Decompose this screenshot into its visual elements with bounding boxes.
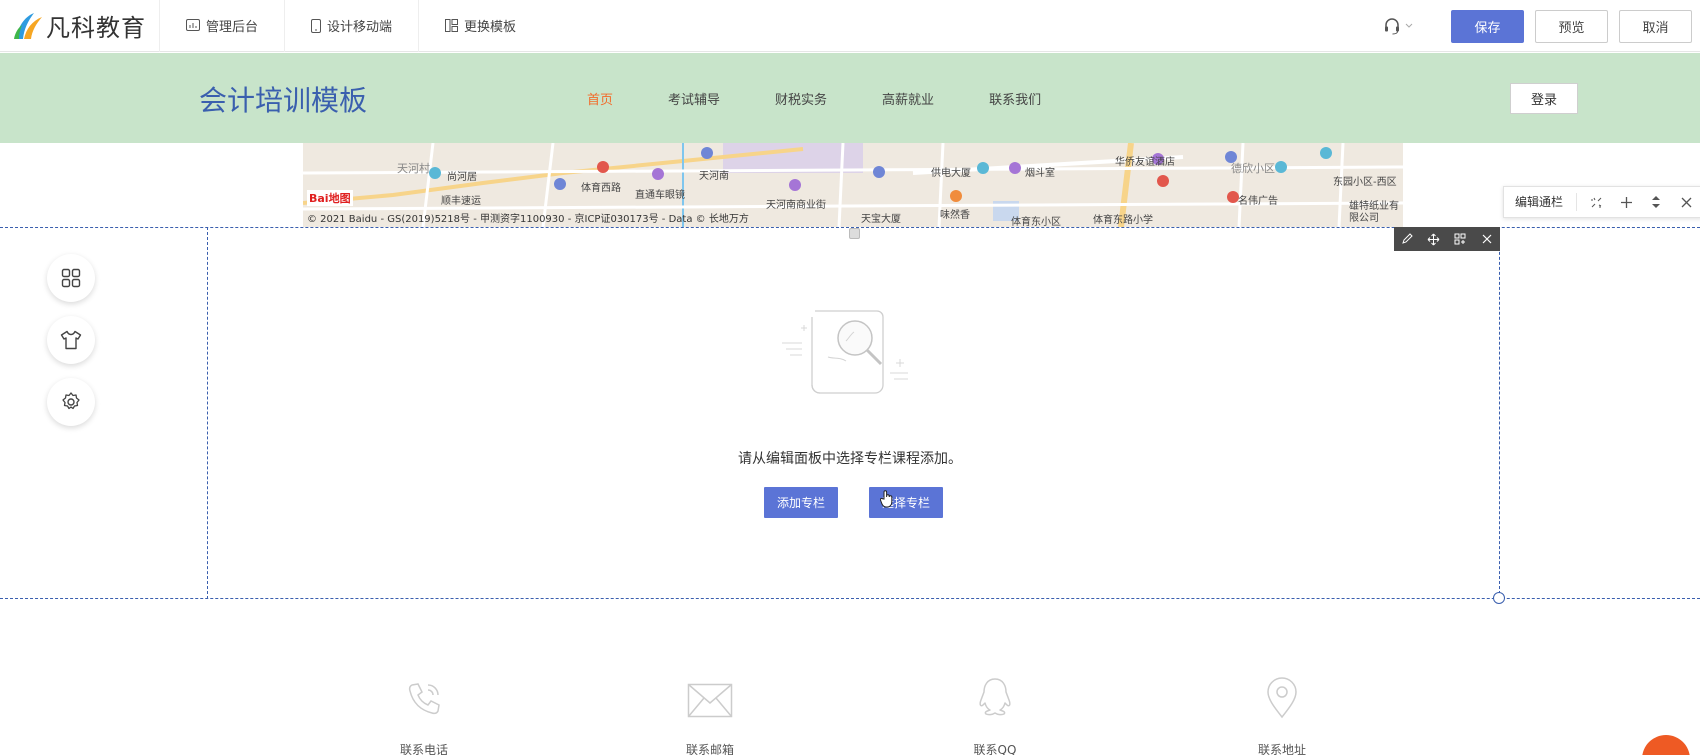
contact-email: 联系邮箱 bbox=[650, 675, 770, 755]
contact-phone: 联系电话 bbox=[364, 675, 484, 755]
preview-button[interactable]: 预览 bbox=[1535, 9, 1608, 43]
edit-banner-button[interactable]: 编辑通栏 bbox=[1504, 193, 1578, 211]
plus-icon[interactable] bbox=[1611, 196, 1641, 209]
contact-qq-label: 联系QQ bbox=[973, 743, 1017, 755]
save-button[interactable]: 保存 bbox=[1451, 9, 1524, 43]
map-label: 体育东路小学 bbox=[1093, 215, 1153, 226]
cancel-button[interactable]: 取消 bbox=[1619, 9, 1692, 43]
brand-name: 凡科教育 bbox=[46, 14, 146, 42]
mobile-icon bbox=[311, 18, 322, 33]
map-label: 天宝大厦 bbox=[861, 214, 901, 225]
empty-message: 请从编辑面板中选择专栏课程添加。 bbox=[738, 451, 962, 467]
map-label: 味然香 bbox=[940, 210, 970, 221]
map-label: 顺丰速运 bbox=[441, 196, 481, 207]
map-label: 尚河居 bbox=[447, 172, 477, 183]
contact-phone-label: 联系电话 bbox=[399, 743, 448, 755]
map-label: 体育东小区 bbox=[1011, 217, 1061, 227]
site-nav: 首页 考试辅导 财税实务 高薪就业 联系我们 bbox=[587, 89, 1096, 108]
map-label: 体育西路 bbox=[581, 183, 621, 194]
map-label: 东园小区-西区 bbox=[1333, 177, 1397, 188]
grid-icon bbox=[61, 268, 81, 288]
map-label: 烟斗室 bbox=[1025, 168, 1055, 179]
logo-icon bbox=[12, 11, 44, 41]
phone-icon bbox=[408, 683, 440, 715]
toolbar-admin-backend[interactable]: 管理后台 bbox=[160, 0, 286, 52]
toolbar-change-template-label: 更换模板 bbox=[464, 20, 517, 35]
map-label: 德欣小区 bbox=[1231, 162, 1275, 175]
baidu-map[interactable]: 天河村 尚河居 顺丰速运 体育西路 天河南 直通车眼镜 天河南商业街 天宝大厦 … bbox=[303, 143, 1403, 227]
resize-handle-top[interactable] bbox=[849, 228, 860, 239]
template-icon bbox=[445, 19, 459, 32]
toolbar-admin-backend-label: 管理后台 bbox=[206, 20, 259, 35]
baidu-map-logo: Bai地图 bbox=[307, 190, 353, 206]
toolbar-right-actions: 保存 预览 取消 bbox=[1383, 0, 1700, 52]
map-label: 天河村 bbox=[397, 162, 430, 175]
nav-item-exam[interactable]: 考试辅导 bbox=[668, 89, 720, 108]
brand-logo[interactable]: 凡科教育 bbox=[0, 0, 160, 52]
mail-icon bbox=[687, 683, 733, 718]
nav-item-tax[interactable]: 财税实务 bbox=[775, 89, 827, 108]
admin-toolbar: 凡科教育 管理后台 设计移动端 更换模板 保存 预览 取消 bbox=[0, 0, 1700, 52]
login-button[interactable]: 登录 bbox=[1510, 83, 1578, 114]
contact-address: 联系地址 bbox=[1222, 675, 1342, 755]
layout-icon[interactable] bbox=[1448, 227, 1472, 251]
move-icon[interactable] bbox=[1422, 227, 1446, 251]
map-label: 雄特纸业有限公司 bbox=[1349, 201, 1399, 224]
toolbar-design-mobile-label: 设计移动端 bbox=[327, 20, 393, 35]
map-label: 供电大厦 bbox=[931, 168, 971, 179]
site-header: 会计培训模板 首页 考试辅导 财税实务 高薪就业 联系我们 登录 bbox=[0, 53, 1700, 143]
contact-email-label: 联系邮箱 bbox=[685, 743, 734, 755]
map-label: 天河南 bbox=[699, 171, 729, 182]
toolbar-change-template[interactable]: 更换模板 bbox=[419, 0, 542, 52]
site-title[interactable]: 会计培训模板 bbox=[199, 79, 367, 119]
nav-item-contact[interactable]: 联系我们 bbox=[989, 89, 1041, 108]
course-module[interactable] bbox=[207, 227, 1500, 599]
floating-service-button[interactable] bbox=[1642, 735, 1690, 755]
add-column-button[interactable]: 添加专栏 bbox=[764, 487, 838, 518]
nav-item-home[interactable]: 首页 bbox=[587, 89, 613, 108]
resize-handle-bottom[interactable] bbox=[1493, 592, 1505, 604]
location-icon bbox=[1267, 677, 1297, 719]
nav-item-jobs[interactable]: 高薪就业 bbox=[882, 89, 934, 108]
map-copyright: © 2021 Baidu - GS(2019)5218号 - 甲测资字11009… bbox=[307, 214, 749, 225]
banner-edit-toolbar: 编辑通栏 bbox=[1503, 186, 1700, 218]
close-icon[interactable] bbox=[1671, 197, 1700, 208]
map-label: 直通车眼镜 bbox=[635, 190, 685, 201]
map-label: 天河南商业街 bbox=[766, 200, 826, 211]
gear-icon bbox=[62, 392, 80, 410]
components-button[interactable] bbox=[47, 254, 95, 302]
settings-button[interactable] bbox=[47, 378, 95, 426]
tshirt-icon bbox=[60, 330, 82, 350]
theme-button[interactable] bbox=[47, 316, 95, 364]
module-toolbar bbox=[1394, 227, 1500, 251]
qq-icon bbox=[979, 678, 1011, 716]
contact-qq: 联系QQ bbox=[935, 675, 1055, 755]
contact-address-label: 联系地址 bbox=[1257, 743, 1306, 755]
close-icon[interactable] bbox=[1475, 227, 1499, 251]
support-menu[interactable] bbox=[1383, 17, 1413, 35]
toolbar-design-mobile[interactable]: 设计移动端 bbox=[285, 0, 420, 52]
unlink-icon[interactable] bbox=[1581, 196, 1611, 209]
hand-cursor-icon bbox=[879, 490, 894, 512]
empty-search-illustration-icon bbox=[780, 303, 930, 407]
headset-icon bbox=[1385, 18, 1399, 35]
dashboard-icon bbox=[186, 19, 200, 31]
edit-pencil-icon[interactable] bbox=[1395, 227, 1419, 251]
map-label: 名伟广告 bbox=[1238, 196, 1278, 207]
chevron-down-icon bbox=[1405, 23, 1413, 28]
map-label: 华侨友谊酒店 bbox=[1115, 157, 1175, 168]
move-up-down-icon[interactable] bbox=[1641, 195, 1671, 209]
